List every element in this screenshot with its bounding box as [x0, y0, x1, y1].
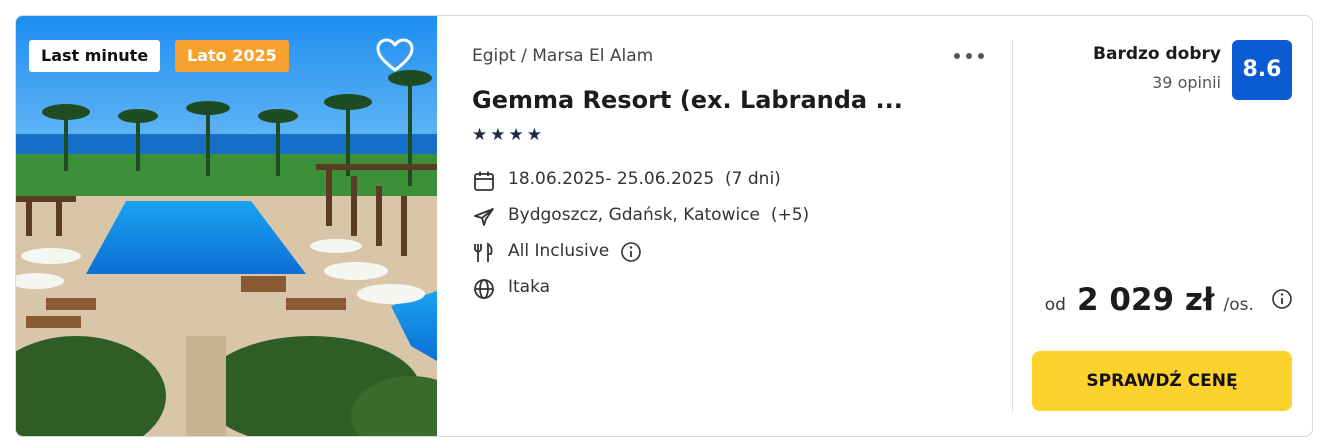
- price-per-person: /os.: [1223, 295, 1254, 315]
- price-info-icon[interactable]: [1271, 288, 1293, 314]
- hotel-photo[interactable]: Last minute Lato 2025: [16, 16, 437, 436]
- calendar-icon: [474, 171, 494, 191]
- board-row: All Inclusive: [472, 238, 932, 266]
- dates-row: 18.06.2025- 25.06.2025 (7 dni): [472, 166, 932, 194]
- offer-card[interactable]: Last minute Lato 2025 Egipt / Marsa El A…: [15, 15, 1313, 437]
- rating-score-badge: 8.6: [1232, 40, 1292, 100]
- globe-icon: [474, 279, 494, 299]
- last-minute-badge: Last minute: [29, 40, 161, 72]
- hotel-photo-illustration: [16, 16, 437, 436]
- price-prefix: od: [1044, 295, 1066, 315]
- board-text: All Inclusive: [508, 241, 610, 261]
- more-options-icon[interactable]: [952, 44, 986, 68]
- cutlery-icon: [474, 242, 493, 262]
- hotel-title[interactable]: Gemma Resort (ex. Labranda ...: [472, 86, 903, 114]
- location-breadcrumb[interactable]: Egipt / Marsa El Alam: [472, 46, 653, 66]
- season-badge: Lato 2025: [175, 40, 289, 72]
- check-price-button[interactable]: SPRAWDŹ CENĘ: [1032, 351, 1292, 411]
- favorite-heart-icon[interactable]: [375, 38, 415, 74]
- departures-more[interactable]: (+5): [771, 205, 809, 225]
- departures-row: Bydgoszcz, Gdańsk, Katowice (+5): [472, 202, 932, 230]
- duration-text: (7 dni): [725, 169, 781, 189]
- operator-row: Itaka: [472, 274, 932, 302]
- dates-text: 18.06.2025- 25.06.2025: [508, 169, 715, 189]
- rating-count[interactable]: 39 opinii: [1152, 73, 1221, 92]
- column-divider: [1012, 40, 1013, 412]
- price: od 2 029 zł /os.: [1045, 282, 1293, 322]
- operator-text: Itaka: [508, 277, 551, 297]
- departures-text: Bydgoszcz, Gdańsk, Katowice: [508, 205, 760, 225]
- info-icon[interactable]: [620, 241, 642, 263]
- star-rating: ★★★★: [472, 125, 545, 145]
- airplane-icon: [474, 208, 494, 226]
- rating-label: Bardzo dobry: [1093, 44, 1221, 64]
- price-value: 2 029 zł: [1077, 282, 1215, 318]
